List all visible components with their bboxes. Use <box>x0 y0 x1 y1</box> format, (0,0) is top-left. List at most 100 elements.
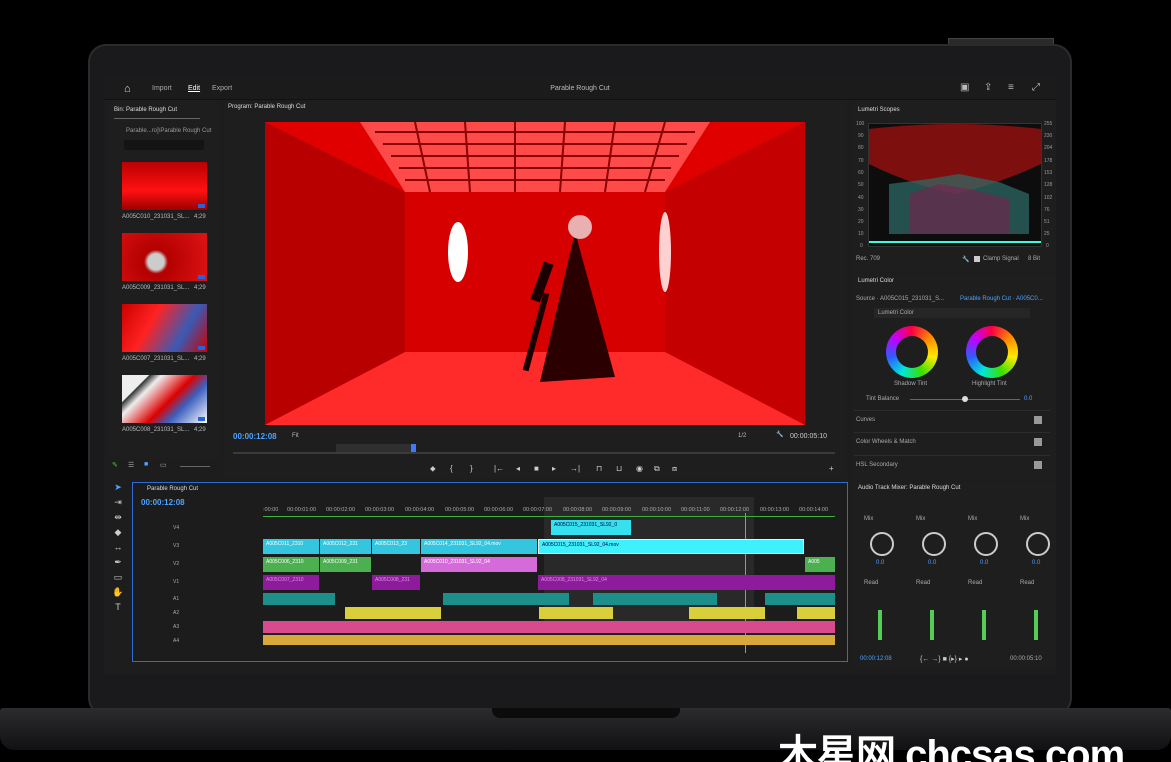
type-tool-icon[interactable]: T <box>108 602 128 617</box>
lumetri-source[interactable]: Source · A005C015_231031_S... <box>856 296 944 302</box>
bin-header[interactable]: Bin: Parable Rough Cut <box>114 107 177 113</box>
mixer-transport-icons[interactable]: {← →} ■ {▸} ▸ ● <box>920 655 969 663</box>
mix-label[interactable]: Mix <box>916 516 925 522</box>
colorspace-label[interactable]: Rec. 709 <box>856 256 880 262</box>
track-label-a3[interactable]: A3 <box>173 624 179 630</box>
audio-clip-a1[interactable] <box>593 593 717 605</box>
settings-icon[interactable]: ≡ <box>1008 82 1014 93</box>
clip-v3-selected[interactable]: A005C015_231031_SL92_04.mov <box>538 539 804 554</box>
wrench-icon[interactable]: 🔧 <box>962 256 969 263</box>
hsl-secondary-section[interactable]: HSL Secondary <box>854 455 1050 475</box>
tint-balance-value[interactable]: 0.0 <box>1024 396 1032 402</box>
fit-dropdown[interactable]: Fit <box>292 433 299 439</box>
hand-tool-icon[interactable]: ✋ <box>108 587 128 602</box>
share-icon[interactable]: ⇪ <box>984 82 992 93</box>
bin-thumbnail[interactable] <box>122 375 207 423</box>
section-checkbox[interactable] <box>1034 438 1042 446</box>
mark-in-icon[interactable]: { <box>450 464 453 473</box>
pan-value[interactable]: 0.0 <box>980 560 988 566</box>
mixer-timecode-left[interactable]: 00:00:12:08 <box>860 656 892 662</box>
track-select-tool-icon[interactable]: ⇥ <box>108 497 128 512</box>
audio-clip-a1[interactable] <box>263 593 335 605</box>
list-view-icon[interactable]: ☰ <box>128 461 134 469</box>
program-header[interactable]: Program: Parable Rough Cut <box>228 104 305 110</box>
pan-value[interactable]: 0.0 <box>1032 560 1040 566</box>
audio-clip-a2[interactable] <box>797 607 835 619</box>
clip-v2[interactable]: A005C009_231 <box>320 557 371 572</box>
track-label-v3[interactable]: V3 <box>173 543 179 549</box>
bin-search-input[interactable] <box>124 140 204 150</box>
clip-v3[interactable]: A005C012_231 <box>320 539 371 554</box>
audio-clip-a3[interactable] <box>263 621 835 633</box>
clip-v1[interactable]: A005C008_231 <box>372 575 420 590</box>
pen-tool-icon[interactable]: ✒ <box>108 557 128 572</box>
section-checkbox[interactable] <box>1034 461 1042 469</box>
clip-v3[interactable]: A005C011_2310 <box>263 539 319 554</box>
audio-clip-a2[interactable] <box>539 607 613 619</box>
fullscreen-icon[interactable]: ⤢ <box>1032 82 1040 93</box>
clip-v3[interactable]: A005C014_231031_SL92_04.mov <box>421 539 537 554</box>
audio-clip-a2[interactable] <box>345 607 441 619</box>
clip-v2[interactable]: A005C010_231031_SL92_04 <box>421 557 537 572</box>
timeline-timecode[interactable]: 00:00:12:08 <box>141 498 185 507</box>
pencil-icon[interactable]: ✎ <box>112 461 118 469</box>
shadow-tint-wheel[interactable] <box>886 326 938 378</box>
pan-knob[interactable] <box>922 532 946 556</box>
icon-view-icon[interactable]: ■ <box>144 461 148 468</box>
bin-thumbnail[interactable] <box>122 233 207 281</box>
track-label-v4[interactable]: V4 <box>173 525 179 531</box>
program-video-frame[interactable] <box>265 122 805 425</box>
razor-tool-icon[interactable]: ◆ <box>108 527 128 542</box>
insert-icon[interactable]: ⧉ <box>654 464 660 474</box>
pan-knob[interactable] <box>974 532 998 556</box>
color-wheels-section[interactable]: Color Wheels & Match <box>854 432 1050 452</box>
lift-icon[interactable]: ⊓ <box>596 464 602 473</box>
bin-thumbnail[interactable] <box>122 162 207 210</box>
track-label-a4[interactable]: A4 <box>173 638 179 644</box>
program-playhead[interactable] <box>411 444 416 452</box>
audio-clip-a2[interactable] <box>689 607 765 619</box>
resolution-dropdown[interactable]: 1/2 <box>738 433 746 439</box>
lumetri-header[interactable]: Lumetri Color <box>858 278 894 284</box>
clip-v2[interactable]: A005C006_2310 <box>263 557 319 572</box>
tint-balance-handle[interactable] <box>962 396 968 402</box>
wrench-icon[interactable]: 🔧 <box>776 431 783 438</box>
audio-clip-a1[interactable] <box>443 593 569 605</box>
extract-icon[interactable]: ⊔ <box>616 464 622 473</box>
step-forward-icon[interactable]: ▸ <box>552 464 556 473</box>
clip-v1[interactable]: A005C008_231031_SL92_04 <box>538 575 835 590</box>
read-label[interactable]: Read <box>864 580 878 586</box>
pan-value[interactable]: 0.0 <box>876 560 884 566</box>
clip-v2[interactable]: A005 <box>805 557 835 572</box>
pan-knob[interactable] <box>1026 532 1050 556</box>
section-checkbox[interactable] <box>1034 416 1042 424</box>
marker-icon[interactable]: ⬥ <box>430 464 436 474</box>
audio-clip-a4[interactable] <box>263 635 835 645</box>
clip-v4[interactable]: A005C015_231031_SL92_0 <box>551 520 631 535</box>
mixer-header[interactable]: Audio Track Mixer: Parable Rough Cut <box>858 485 960 491</box>
step-back-icon[interactable]: ◂ <box>516 464 520 473</box>
audio-clip-a1[interactable] <box>765 593 835 605</box>
timeline-header[interactable]: Parable Rough Cut <box>147 486 198 492</box>
go-to-out-icon[interactable]: →| <box>570 464 580 473</box>
stop-icon[interactable]: ■ <box>534 464 539 473</box>
clip-v3[interactable]: A005C013_23 <box>372 539 420 554</box>
go-to-in-icon[interactable]: |← <box>494 464 504 473</box>
selection-tool-icon[interactable]: ➤ <box>108 482 128 497</box>
mix-label[interactable]: Mix <box>864 516 873 522</box>
program-timecode[interactable]: 00:00:12:08 <box>233 432 277 441</box>
slip-tool-icon[interactable]: ↔ <box>108 542 128 557</box>
overwrite-icon[interactable]: ⧈ <box>672 464 677 474</box>
add-button-icon[interactable]: + <box>829 464 834 473</box>
bin-thumbnail[interactable] <box>122 304 207 352</box>
bit-depth-dropdown[interactable]: 8 Bit <box>1028 256 1040 262</box>
lumetri-target[interactable]: Parable Rough Cut · A005C0... <box>960 296 1043 302</box>
track-label-a2[interactable]: A2 <box>173 610 179 616</box>
workspace-icon[interactable]: ▣ <box>960 82 969 93</box>
clamp-checkbox[interactable] <box>974 256 980 262</box>
rectangle-tool-icon[interactable]: ▭ <box>108 572 128 587</box>
program-scrubber[interactable] <box>233 444 835 454</box>
lumetri-preset-dropdown[interactable]: Lumetri Color <box>874 308 1030 318</box>
pan-knob[interactable] <box>870 532 894 556</box>
ripple-edit-tool-icon[interactable]: ⇹ <box>108 512 128 527</box>
